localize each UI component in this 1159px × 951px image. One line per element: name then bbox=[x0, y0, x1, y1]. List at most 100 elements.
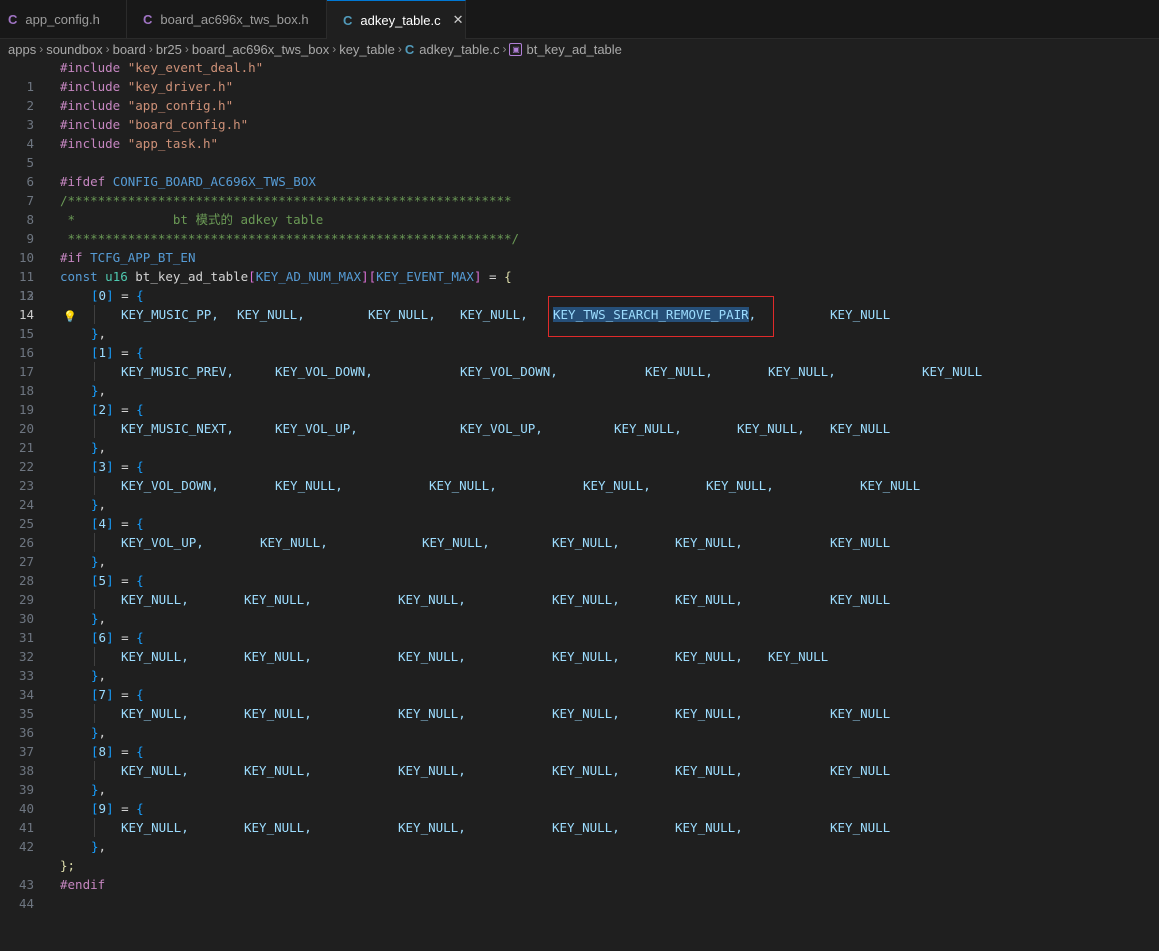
tab-app-config[interactable]: C app_config.h bbox=[0, 0, 127, 38]
line-number: 40 bbox=[18, 801, 34, 816]
code-line: 42}, bbox=[0, 837, 1159, 856]
tab-board-header[interactable]: C board_ac696x_tws_box.h bbox=[127, 0, 327, 38]
key-value: KEY_NULL, bbox=[552, 763, 620, 778]
code-line: 4 #include "board_config.h" bbox=[0, 115, 1159, 151]
keyword: #include bbox=[60, 98, 121, 113]
line-number: 38 bbox=[18, 763, 34, 778]
row-index: [6] = { bbox=[91, 630, 144, 645]
code-line: 34 [7] = { bbox=[0, 685, 1159, 704]
row-index: [5] = { bbox=[91, 573, 144, 588]
line-number: 22 bbox=[18, 459, 34, 474]
breadcrumb-item[interactable]: adkey_table.c bbox=[419, 42, 499, 57]
key-value: KEY_NULL, bbox=[675, 820, 743, 835]
key-value: KEY_NULL, bbox=[398, 649, 466, 664]
indent-guide bbox=[94, 476, 95, 495]
breadcrumb-item[interactable]: board_ac696x_tws_box bbox=[192, 42, 329, 57]
code-line: 17 KEY_MUSIC_PREV, KEY_VOL_DOWN, KEY_VOL_DO… bbox=[0, 362, 1159, 381]
code-line: 11 #if TCFG_APP_BT_EN bbox=[0, 248, 1159, 284]
key-value: KEY_NULL, bbox=[121, 763, 189, 778]
line-number: 20 bbox=[18, 421, 34, 436]
code-line: 19 [2] = { bbox=[0, 400, 1159, 419]
indent-guide bbox=[94, 305, 95, 324]
code-line: 5 #include "app_task.h" bbox=[0, 134, 1159, 170]
c-file-icon: C bbox=[404, 41, 415, 57]
line-number: 31 bbox=[18, 630, 34, 645]
code-editor[interactable]: 1 #include "key_event_deal.h" 2 #include… bbox=[0, 58, 1159, 911]
key-value: KEY_NULL, bbox=[398, 763, 466, 778]
breadcrumb-item[interactable]: soundbox bbox=[46, 42, 102, 57]
breadcrumb-item[interactable]: apps bbox=[8, 42, 36, 57]
closing-brace: }; bbox=[60, 858, 76, 873]
indent-guide bbox=[94, 590, 95, 609]
code-line: 35 KEY_NULL, KEY_NULL, KEY_NULL, KEY_NULL, KE… bbox=[0, 704, 1159, 723]
chevron-right-icon: › bbox=[332, 42, 337, 56]
line-number: 15 bbox=[18, 326, 34, 341]
line-number: 27 bbox=[18, 554, 34, 569]
string: "key_driver.h" bbox=[127, 79, 234, 94]
row-index: [0] = { bbox=[91, 288, 144, 303]
key-value: KEY_NULL bbox=[830, 592, 891, 607]
tab-label: app_config.h bbox=[25, 11, 100, 27]
key-value: KEY_NULL, bbox=[244, 706, 312, 721]
row-index: [7] = { bbox=[91, 687, 144, 702]
key-value: KEY_NULL bbox=[830, 706, 891, 721]
line-number: 28 bbox=[18, 573, 34, 588]
code-line: 31 [6] = { bbox=[0, 628, 1159, 647]
string: "board_config.h" bbox=[127, 117, 249, 132]
line-number: 33 bbox=[18, 668, 34, 683]
code-line: 44 #endif bbox=[0, 875, 1159, 911]
key-value: KEY_NULL, bbox=[675, 535, 743, 550]
key-value: KEY_MUSIC_PREV, bbox=[121, 364, 234, 379]
key-value: KEY_NULL, bbox=[706, 478, 774, 493]
code-line: 1 #include "key_event_deal.h" bbox=[0, 58, 1159, 94]
code-line: 28 [5] = { bbox=[0, 571, 1159, 590]
key-value: KEY_NULL, bbox=[398, 820, 466, 835]
bracket: ] bbox=[473, 269, 482, 284]
tab-adkey-table[interactable]: C adkey_table.c ✕ bbox=[327, 0, 466, 39]
keyword: const bbox=[60, 269, 98, 284]
key-value: KEY_NULL bbox=[830, 421, 891, 436]
code-line: 9 * bt 模式的 adkey table bbox=[0, 210, 1159, 246]
key-value: KEY_VOL_DOWN, bbox=[460, 364, 558, 379]
line-number: 14 bbox=[18, 307, 34, 322]
macro: TCFG_APP_BT_EN bbox=[90, 250, 196, 265]
code-line: 20 KEY_MUSIC_NEXT, KEY_VOL_UP, KEY_VOL_UP, K… bbox=[0, 419, 1159, 438]
breadcrumb-item[interactable]: br25 bbox=[156, 42, 182, 57]
line-number: 41 bbox=[18, 820, 34, 835]
line-number: 18 bbox=[18, 383, 34, 398]
key-value: KEY_NULL, bbox=[398, 706, 466, 721]
line-number: 29 bbox=[18, 592, 34, 607]
line-number: 24 bbox=[18, 497, 34, 512]
key-value: KEY_NULL, bbox=[552, 535, 620, 550]
code-line: 33}, bbox=[0, 666, 1159, 685]
code-line: 3 #include "app_config.h" bbox=[0, 96, 1159, 132]
c-file-icon: C bbox=[8, 11, 18, 27]
c-file-icon: C bbox=[343, 12, 353, 28]
keyword: #include bbox=[60, 79, 121, 94]
code-line: 8 /*************************************… bbox=[0, 191, 1159, 227]
breadcrumb-item[interactable]: bt_key_ad_table bbox=[526, 42, 621, 57]
line-number: 23 bbox=[18, 478, 34, 493]
code-line: 40 [9] = { bbox=[0, 799, 1159, 818]
chevron-right-icon: › bbox=[105, 42, 110, 56]
comment: * bt 模式的 adkey table bbox=[60, 212, 324, 227]
code-line: 39}, bbox=[0, 780, 1159, 799]
breadcrumb-item[interactable]: key_table bbox=[339, 42, 395, 57]
key-value: KEY_NULL, bbox=[398, 592, 466, 607]
code-line: 6 bbox=[0, 153, 1159, 189]
breadcrumb-item[interactable]: board bbox=[113, 42, 146, 57]
key-value: KEY_NULL, bbox=[460, 307, 528, 322]
key-value: KEY_VOL_UP, bbox=[121, 535, 204, 550]
string: "app_task.h" bbox=[127, 136, 219, 151]
macro: KEY_EVENT_MAX bbox=[376, 269, 474, 284]
tab-bar: C app_config.h C board_ac696x_tws_box.h … bbox=[0, 0, 1159, 39]
close-icon[interactable]: ✕ bbox=[453, 12, 464, 28]
key-value: KEY_NULL, bbox=[552, 649, 620, 664]
key-value: KEY_VOL_UP, bbox=[460, 421, 543, 436]
operator: = bbox=[481, 269, 505, 284]
comment: ****************************************… bbox=[60, 231, 520, 246]
row-index: [2] = { bbox=[91, 402, 144, 417]
key-value: KEY_NULL, bbox=[422, 535, 490, 550]
key-value: KEY_NULL, bbox=[121, 820, 189, 835]
line-number: 25 bbox=[18, 516, 34, 531]
